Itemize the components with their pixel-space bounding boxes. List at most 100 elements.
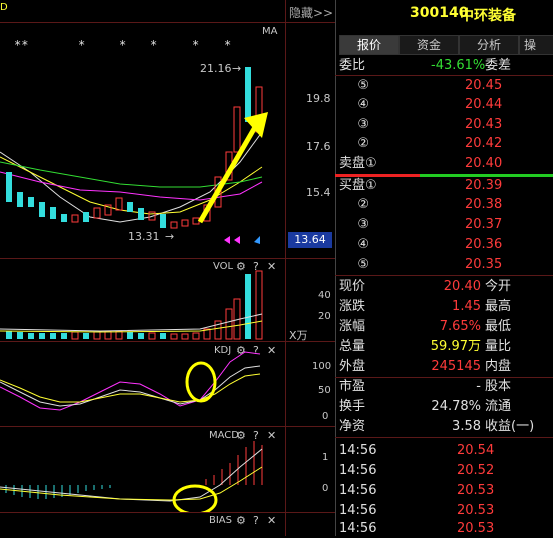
volume-bars — [0, 270, 263, 340]
hide-button[interactable]: 隐藏>> — [289, 4, 333, 21]
candle — [245, 67, 251, 122]
tick-price: 20.54 — [457, 443, 495, 458]
tick-time: 14:56 — [339, 483, 377, 498]
buy-level-label: ④ — [357, 237, 369, 252]
macd-tick: 1 — [322, 452, 329, 463]
sell-level-label: ⑤ — [357, 78, 369, 93]
buy-row-5: ⑤ 20.35 — [335, 256, 553, 274]
stat-row: 总量 59.97万 量比 — [335, 338, 553, 356]
tick-row: 14:56 20.53 — [335, 482, 553, 500]
tick-row: 14:56 20.54 — [335, 442, 553, 460]
tab-quote[interactable]: 报价 — [339, 35, 399, 55]
candle — [115, 197, 123, 211]
tick-time: 14:56 — [339, 463, 377, 478]
stat-value: 3.58 — [452, 419, 481, 434]
stat-value: - — [476, 379, 481, 394]
sell-price: 20.43 — [465, 117, 503, 132]
stock-name: 中环装备 — [460, 8, 516, 24]
stat-value: 245145 — [431, 359, 481, 374]
stat-label: 最低 — [485, 319, 512, 334]
buy-level-label: ② — [357, 197, 369, 212]
candle — [233, 106, 241, 153]
candle — [192, 217, 200, 225]
buy-price: 20.36 — [465, 237, 503, 252]
tick-row: 14:56 20.53 — [335, 502, 553, 520]
tick-row: 14:56 20.53 — [335, 520, 553, 538]
buy-row-3: ③ 20.37 — [335, 216, 553, 234]
kdj-chart — [0, 351, 261, 411]
stat-label: 市盈 — [339, 379, 366, 394]
marker — [234, 236, 240, 244]
stat-label: 今开 — [485, 279, 512, 294]
tab-more[interactable]: 操 — [519, 35, 553, 55]
close-icon[interactable]: ✕ — [267, 514, 276, 527]
tick-row: 14:56 20.52 — [335, 462, 553, 480]
tick-time: 14:56 — [339, 443, 377, 458]
tick-price: 20.53 — [457, 483, 495, 498]
stat-row: 换手 24.78% 流通 — [335, 398, 553, 416]
stat-value: 20.40 — [443, 279, 481, 294]
stat-row: 现价 20.40 今开 — [335, 278, 553, 296]
stat-label: 内盘 — [485, 359, 512, 374]
tab-funds[interactable]: 资金 — [399, 35, 459, 55]
vol-tick: 20 — [318, 311, 331, 322]
gear-icon[interactable]: ⚙ — [236, 514, 246, 527]
sell-price: 20.42 — [465, 136, 503, 151]
tick-time: 14:56 — [339, 503, 377, 518]
stat-label: 最高 — [485, 299, 512, 314]
chart-area[interactable]: D 隐藏>> ** * * * * * MA 21.16 → 13.31 → 1… — [0, 0, 335, 536]
buy-row-4: ④ 20.36 — [335, 236, 553, 254]
stat-row: 涨幅 7.65% 最低 — [335, 318, 553, 336]
stat-label: 涨跌 — [339, 299, 366, 314]
candle — [17, 192, 23, 207]
tab-analysis[interactable]: 分析 — [459, 35, 519, 55]
candle — [127, 202, 133, 212]
weicha-label: 委差 — [485, 58, 512, 73]
candle — [170, 221, 178, 229]
price-tick: 15.4 — [306, 186, 331, 199]
tick-price: 20.52 — [457, 463, 495, 478]
candles — [6, 67, 263, 229]
candle — [138, 208, 144, 220]
annotation-circle — [185, 361, 217, 403]
vol-tick: 40 — [318, 290, 331, 301]
stat-label: 收益(一) — [485, 419, 535, 434]
weibi-row: 委比 -43.61% 委差 — [335, 57, 553, 75]
kdj-tick: 50 — [318, 385, 331, 396]
buy-price: 20.39 — [465, 178, 503, 193]
stat-label: 涨幅 — [339, 319, 366, 334]
buy-price: 20.35 — [465, 257, 503, 272]
stat-label: 现价 — [339, 279, 366, 294]
sell-level-label: ③ — [357, 117, 369, 132]
sell-level-label: 卖盘① — [339, 156, 377, 171]
stat-label: 净资 — [339, 419, 366, 434]
help-icon[interactable]: ? — [253, 514, 259, 527]
stat-row: 净资 3.58 收益(一) — [335, 418, 553, 436]
sell-price: 20.40 — [465, 156, 503, 171]
sell-row-5: ⑤ 20.45 — [335, 77, 553, 95]
sell-row-4: ④ 20.44 — [335, 96, 553, 114]
sell-row-1: 卖盘① 20.40 — [335, 155, 553, 173]
stat-label: 总量 — [339, 339, 366, 354]
sell-price: 20.45 — [465, 78, 503, 93]
candlestick-chart — [0, 67, 268, 244]
kdj-tick: 0 — [322, 411, 329, 422]
candle — [28, 197, 34, 207]
marker — [224, 236, 230, 244]
axis-divider — [285, 0, 286, 536]
vol-unit: X万 — [289, 329, 308, 342]
stat-row: 涨跌 1.45 最高 — [335, 298, 553, 316]
weibi-label: 委比 — [339, 58, 366, 73]
stat-value: 7.65% — [439, 319, 481, 334]
sell-row-3: ③ 20.43 — [335, 116, 553, 134]
buy-price: 20.37 — [465, 217, 503, 232]
tick-time: 14:56 — [339, 521, 377, 536]
bias-label: BIAS — [209, 515, 232, 526]
divider — [335, 75, 553, 76]
divider — [335, 275, 553, 276]
tick-price: 20.53 — [457, 521, 495, 536]
stat-row: 外盘 245145 内盘 — [335, 358, 553, 376]
marker — [254, 236, 260, 244]
candle — [50, 207, 56, 219]
annotation-arrow — [197, 120, 261, 224]
